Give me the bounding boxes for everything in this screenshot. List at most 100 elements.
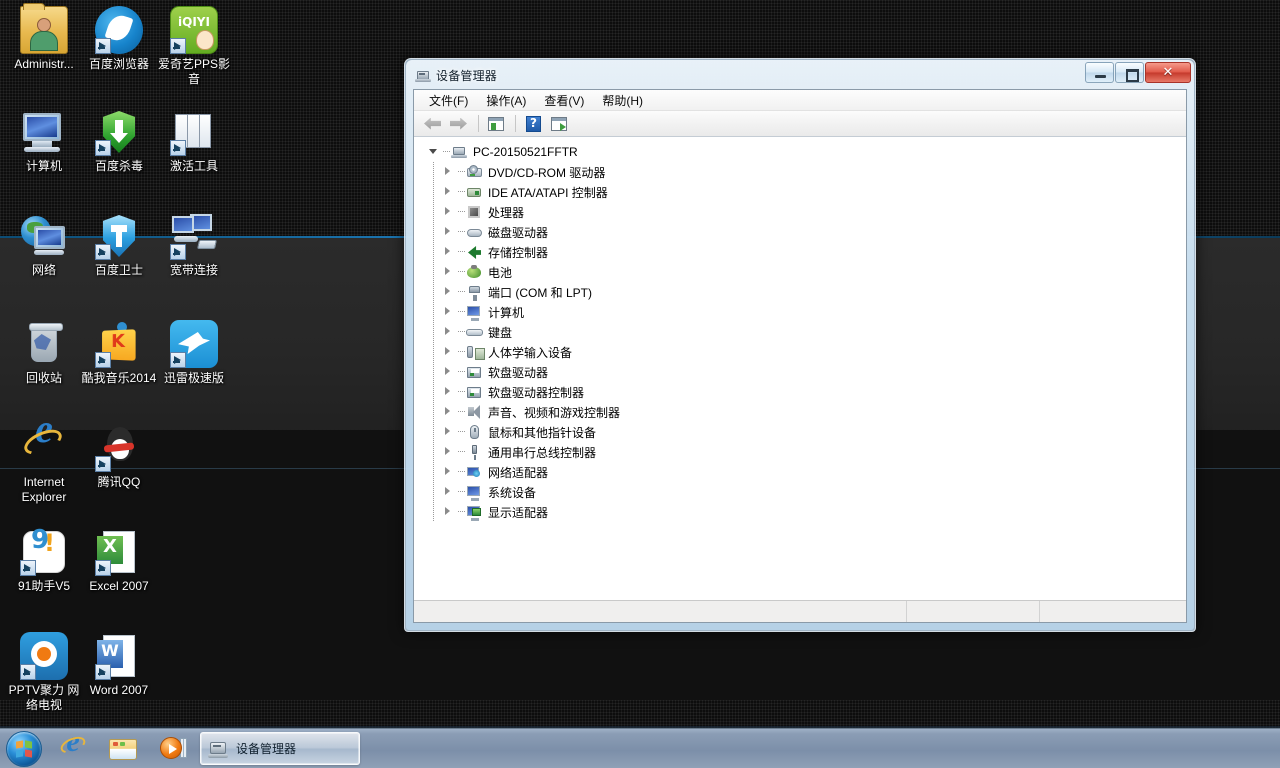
desktop-icon-label: 激活工具 — [156, 159, 232, 174]
expander-icon[interactable] — [441, 442, 456, 462]
desktop-icon[interactable]: 迅雷极速版 — [156, 320, 232, 386]
tree-node[interactable]: 磁盘驱动器 — [414, 222, 1186, 242]
tree-node[interactable]: 显示适配器 — [414, 502, 1186, 522]
expander-icon[interactable] — [441, 202, 456, 222]
taskbar[interactable]: 设备管理器 — [0, 728, 1280, 768]
expander-icon[interactable] — [441, 422, 456, 442]
desktop-icon[interactable]: 回收站 — [6, 320, 82, 386]
desktop-icon[interactable]: 宽带连接 — [156, 212, 232, 278]
desktop-icon[interactable]: 酷我音乐2014 — [81, 320, 157, 386]
expander-icon[interactable] — [441, 342, 456, 362]
tree-node[interactable]: 通用串行总线控制器 — [414, 442, 1186, 462]
desktop-icon[interactable]: PPTV聚力 网络电视 — [6, 632, 82, 713]
show-hide-console-tree-button[interactable] — [484, 113, 508, 135]
resize-grip[interactable] — [1172, 601, 1186, 622]
tree-connector — [456, 182, 466, 202]
expander-icon[interactable] — [441, 482, 456, 502]
tree-node[interactable]: DVD/CD-ROM 驱动器 — [414, 162, 1186, 182]
shortcut-overlay-icon — [95, 560, 111, 576]
tree-node[interactable]: IDE ATA/ATAPI 控制器 — [414, 182, 1186, 202]
close-button[interactable] — [1145, 62, 1191, 83]
tree-connector — [456, 442, 466, 462]
desktop-icon[interactable]: 腾讯QQ — [81, 424, 157, 490]
minimize-button[interactable] — [1085, 62, 1114, 83]
desktop-icon[interactable]: 网络 — [6, 212, 82, 278]
system-tray[interactable] — [1104, 729, 1280, 768]
expander-icon[interactable] — [441, 222, 456, 242]
expander-icon[interactable] — [441, 162, 456, 182]
device-manager-window[interactable]: 设备管理器 文件(F)操作(A)查看(V)帮助(H) PC-20150521FF… — [404, 58, 1196, 632]
back-button[interactable] — [421, 113, 445, 135]
tree-node-root[interactable]: PC-20150521FFTR — [414, 142, 1186, 162]
expander-icon[interactable] — [426, 142, 441, 162]
desktop-icon[interactable]: 百度浏览器 — [81, 6, 157, 72]
desktop-icon[interactable]: 百度卫士 — [81, 212, 157, 278]
expander-icon[interactable] — [441, 282, 456, 302]
tree-node[interactable]: 网络适配器 — [414, 462, 1186, 482]
tree-node[interactable]: 电池 — [414, 262, 1186, 282]
properties-button[interactable] — [547, 113, 571, 135]
quicklaunch-media-player[interactable] — [158, 734, 188, 764]
window-titlebar[interactable]: 设备管理器 — [406, 60, 1194, 90]
tree-node[interactable]: 计算机 — [414, 302, 1186, 322]
desktop-icon[interactable]: 激活工具 — [156, 108, 232, 174]
tree-node[interactable]: 鼠标和其他指针设备 — [414, 422, 1186, 442]
usb-controller-icon — [466, 444, 483, 460]
tree-node[interactable]: 存储控制器 — [414, 242, 1186, 262]
menu-action[interactable]: 操作(A) — [477, 90, 535, 111]
menu-help[interactable]: 帮助(H) — [593, 90, 652, 111]
dvd-drive-icon — [466, 164, 483, 180]
quicklaunch-windows-explorer[interactable] — [108, 734, 138, 764]
tree-node[interactable]: 软盘驱动器 — [414, 362, 1186, 382]
forward-button[interactable] — [447, 113, 471, 135]
ports-icon — [466, 284, 483, 300]
shortcut-overlay-icon — [170, 140, 186, 156]
expander-icon[interactable] — [441, 182, 456, 202]
desktop-icon[interactable]: 爱奇艺PPS影音 — [156, 6, 232, 87]
expander-icon[interactable] — [441, 242, 456, 262]
expander-icon[interactable] — [441, 382, 456, 402]
tree-node[interactable]: 键盘 — [414, 322, 1186, 342]
expander-icon[interactable] — [441, 262, 456, 282]
tree-node[interactable]: 人体学输入设备 — [414, 342, 1186, 362]
keyboard-icon — [466, 324, 483, 340]
desktop-icon[interactable]: Word 2007 — [81, 632, 157, 698]
processor-icon — [466, 204, 483, 220]
tree-connector — [456, 382, 466, 402]
tree-node[interactable]: 端口 (COM 和 LPT) — [414, 282, 1186, 302]
expander-icon[interactable] — [441, 502, 456, 522]
help-button[interactable] — [521, 113, 545, 135]
desktop-icon[interactable]: Administr... — [6, 6, 82, 72]
tree-node[interactable]: 处理器 — [414, 202, 1186, 222]
quicklaunch-internet-explorer[interactable] — [58, 734, 88, 764]
network-globe-icon — [20, 212, 68, 260]
expander-icon[interactable] — [441, 402, 456, 422]
expander-icon[interactable] — [441, 462, 456, 482]
tree-node[interactable]: 声音、视频和游戏控制器 — [414, 402, 1186, 422]
desktop-icon[interactable]: 91助手V5 — [6, 528, 82, 594]
menu-view[interactable]: 查看(V) — [535, 90, 593, 111]
desktop-icon[interactable]: 百度杀毒 — [81, 108, 157, 174]
start-button[interactable] — [6, 731, 42, 767]
desktop-icon[interactable]: 计算机 — [6, 108, 82, 174]
tree-node[interactable]: 系统设备 — [414, 482, 1186, 502]
expander-icon[interactable] — [441, 362, 456, 382]
desktop-icon[interactable]: Internet Explorer — [6, 424, 82, 505]
tree-node-label: 网络适配器 — [487, 464, 548, 481]
device-tree[interactable]: PC-20150521FFTRDVD/CD-ROM 驱动器IDE ATA/ATA… — [414, 137, 1186, 600]
tree-connector — [456, 362, 466, 382]
tree-node-label: 显示适配器 — [487, 504, 548, 521]
network-adapter-icon — [466, 464, 483, 480]
expander-icon[interactable] — [441, 322, 456, 342]
tree-node[interactable]: 软盘驱动器控制器 — [414, 382, 1186, 402]
a91-icon — [20, 528, 68, 576]
broadband-icon — [170, 212, 218, 260]
shortcut-overlay-icon — [95, 38, 111, 54]
expander-icon[interactable] — [441, 302, 456, 322]
desktop-icon[interactable]: Excel 2007 — [81, 528, 157, 594]
maximize-button[interactable] — [1115, 62, 1144, 83]
status-bar-message — [414, 601, 906, 622]
tree-node-label: 通用串行总线控制器 — [487, 444, 596, 461]
taskbar-button-device-manager[interactable]: 设备管理器 — [200, 732, 360, 765]
menu-file[interactable]: 文件(F) — [420, 90, 477, 111]
